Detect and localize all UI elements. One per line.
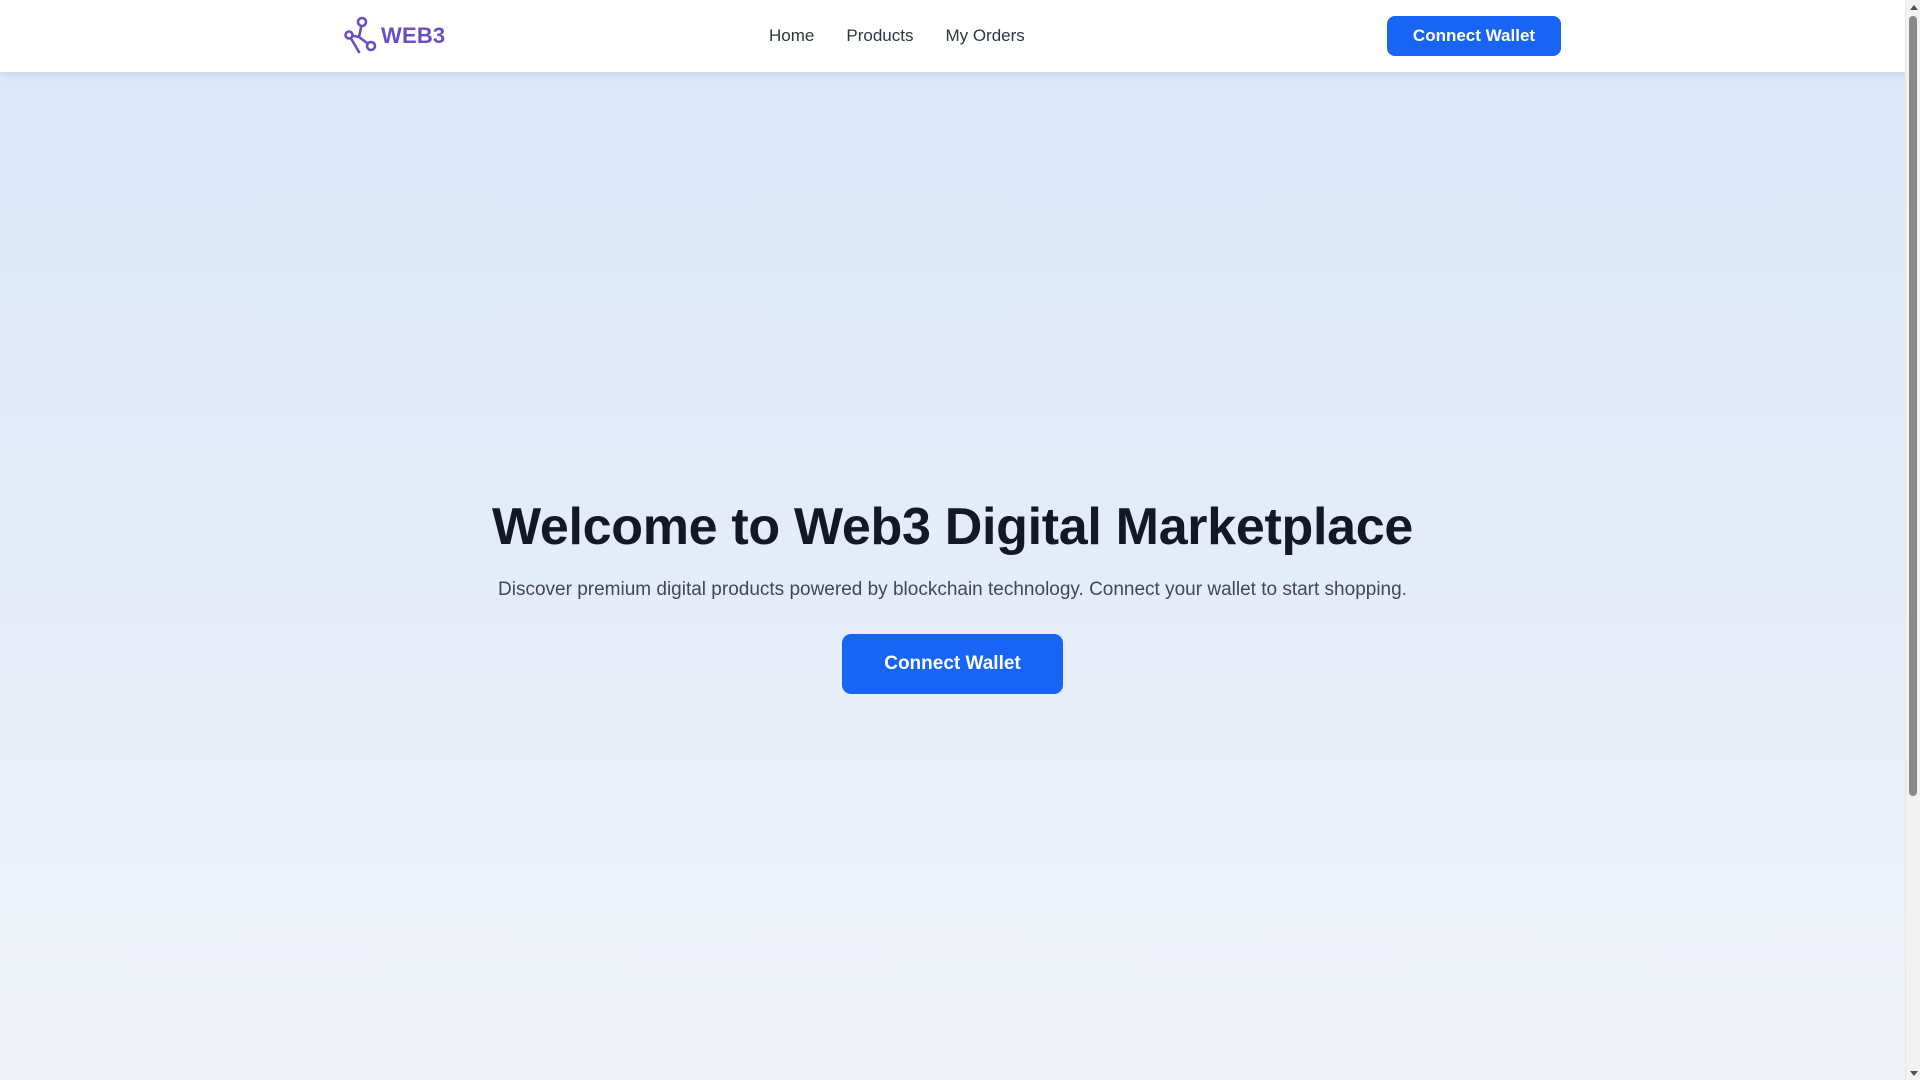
scroll-up-arrow-icon[interactable] (1906, 0, 1920, 14)
page-viewport: WEB3 Home Products My Orders Connect Wal… (0, 0, 1905, 1080)
main-nav: Home Products My Orders (769, 0, 1025, 72)
nav-link-my-orders[interactable]: My Orders (945, 26, 1024, 46)
hero-subtitle: Discover premium digital products powere… (498, 578, 1407, 600)
header-connect-wallet-button[interactable]: Connect Wallet (1387, 16, 1561, 56)
hero-title: Welcome to Web3 Digital Marketplace (492, 498, 1413, 556)
hero-section: Welcome to Web3 Digital Marketplace Disc… (0, 72, 1905, 1080)
hero-content: Welcome to Web3 Digital Marketplace Disc… (0, 498, 1905, 695)
scroll-down-arrow-icon[interactable] (1906, 1066, 1920, 1080)
logo-link[interactable]: WEB3 (343, 16, 445, 56)
nav-link-home[interactable]: Home (769, 26, 814, 46)
top-navbar: WEB3 Home Products My Orders Connect Wal… (0, 0, 1905, 72)
nav-link-products[interactable]: Products (846, 26, 913, 46)
network-nodes-icon (343, 16, 379, 56)
navbar-container: WEB3 Home Products My Orders Connect Wal… (343, 0, 1561, 72)
hero-connect-wallet-button[interactable]: Connect Wallet (842, 634, 1063, 695)
vertical-scrollbar[interactable] (1905, 0, 1920, 1080)
scrollbar-thumb[interactable] (1909, 16, 1917, 796)
logo-text: WEB3 (381, 23, 446, 48)
